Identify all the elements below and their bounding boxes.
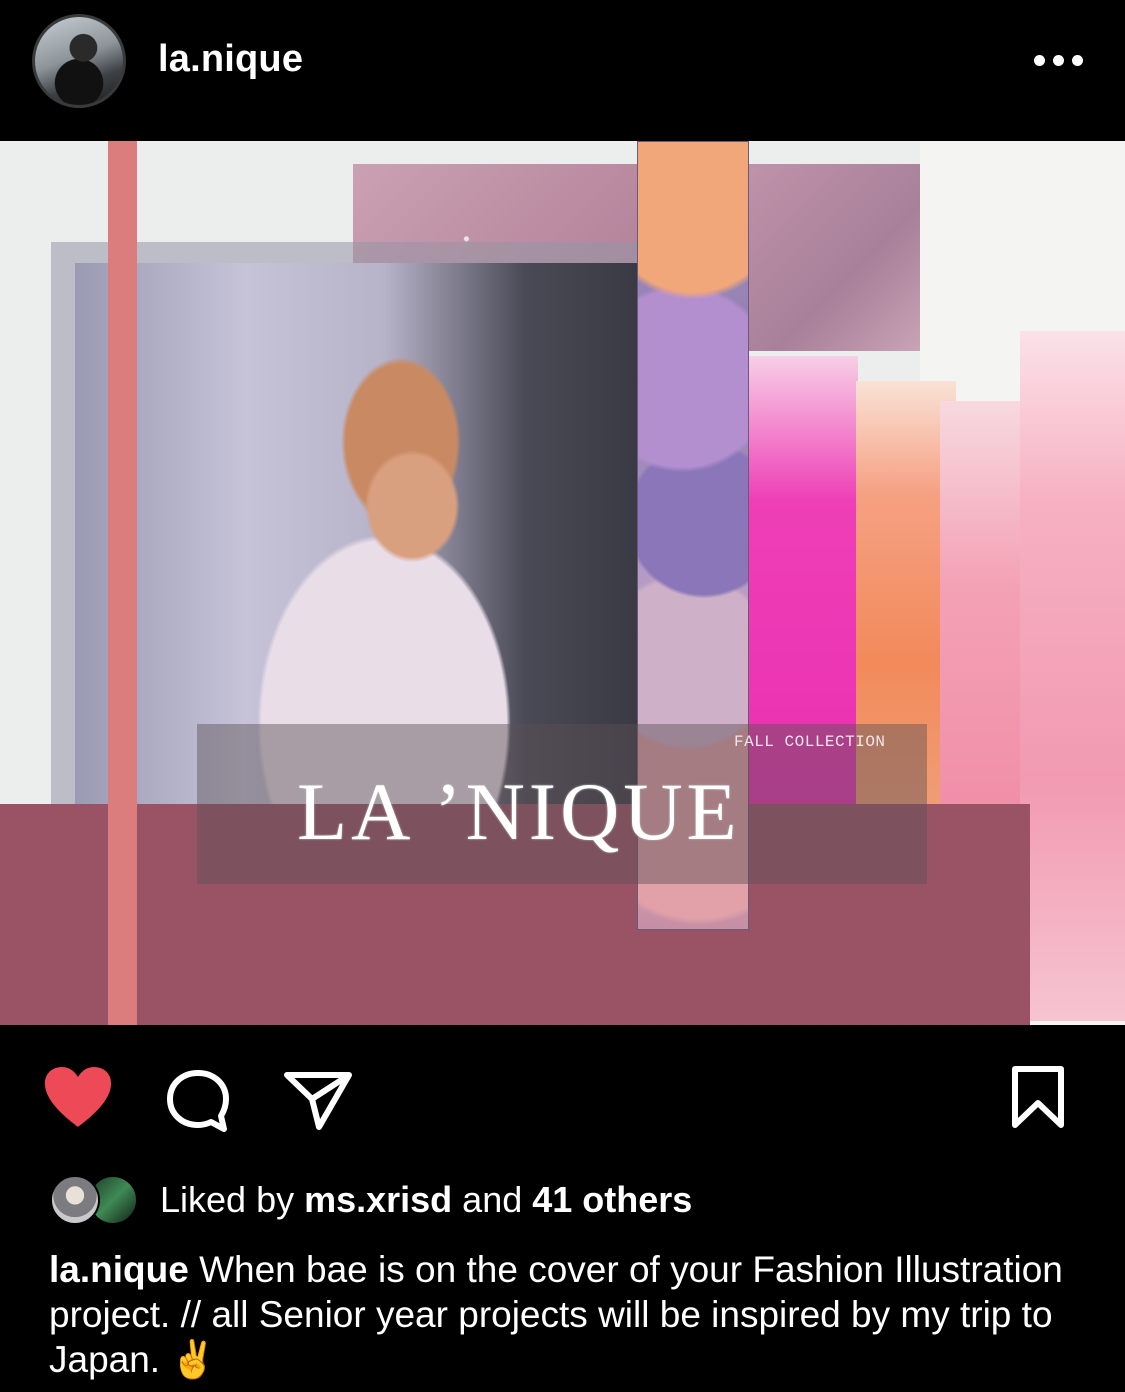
likes-others-count[interactable]: 41 others (532, 1179, 692, 1220)
more-options-icon[interactable] (1034, 50, 1084, 70)
share-icon[interactable] (283, 1069, 353, 1131)
bookmark-icon[interactable] (1010, 1065, 1066, 1129)
post-image[interactable]: FALL COLLECTION LA ’NIQUE (0, 141, 1125, 1025)
action-bar (0, 1025, 1125, 1165)
caption-username[interactable]: la.nique (49, 1249, 189, 1290)
likes-row[interactable]: Liked by ms.xrisd and 41 others (0, 1165, 1125, 1235)
brand-title: LA ’NIQUE (297, 766, 741, 857)
fall-collection-label: FALL COLLECTION (734, 733, 886, 751)
comment-icon[interactable] (164, 1067, 232, 1135)
post-header: la.nique (0, 0, 1125, 141)
liker-avatar (50, 1175, 100, 1225)
heart-filled-icon[interactable] (42, 1065, 114, 1129)
glitter-panel-right (749, 164, 920, 351)
post-caption: la.nique When bae is on the cover of you… (49, 1247, 1089, 1382)
salmon-vertical-bar (108, 141, 137, 1025)
light-pink-brushstroke (1020, 331, 1125, 1021)
likes-summary[interactable]: Liked by ms.xrisd and 41 others (160, 1179, 692, 1221)
likes-prefix: Liked by (160, 1179, 305, 1220)
profile-avatar[interactable] (32, 14, 126, 108)
likes-middle: and (452, 1179, 533, 1220)
liker-username[interactable]: ms.xrisd (304, 1179, 452, 1220)
post-username[interactable]: la.nique (158, 38, 303, 81)
peace-emoji: ✌️ (170, 1339, 217, 1380)
